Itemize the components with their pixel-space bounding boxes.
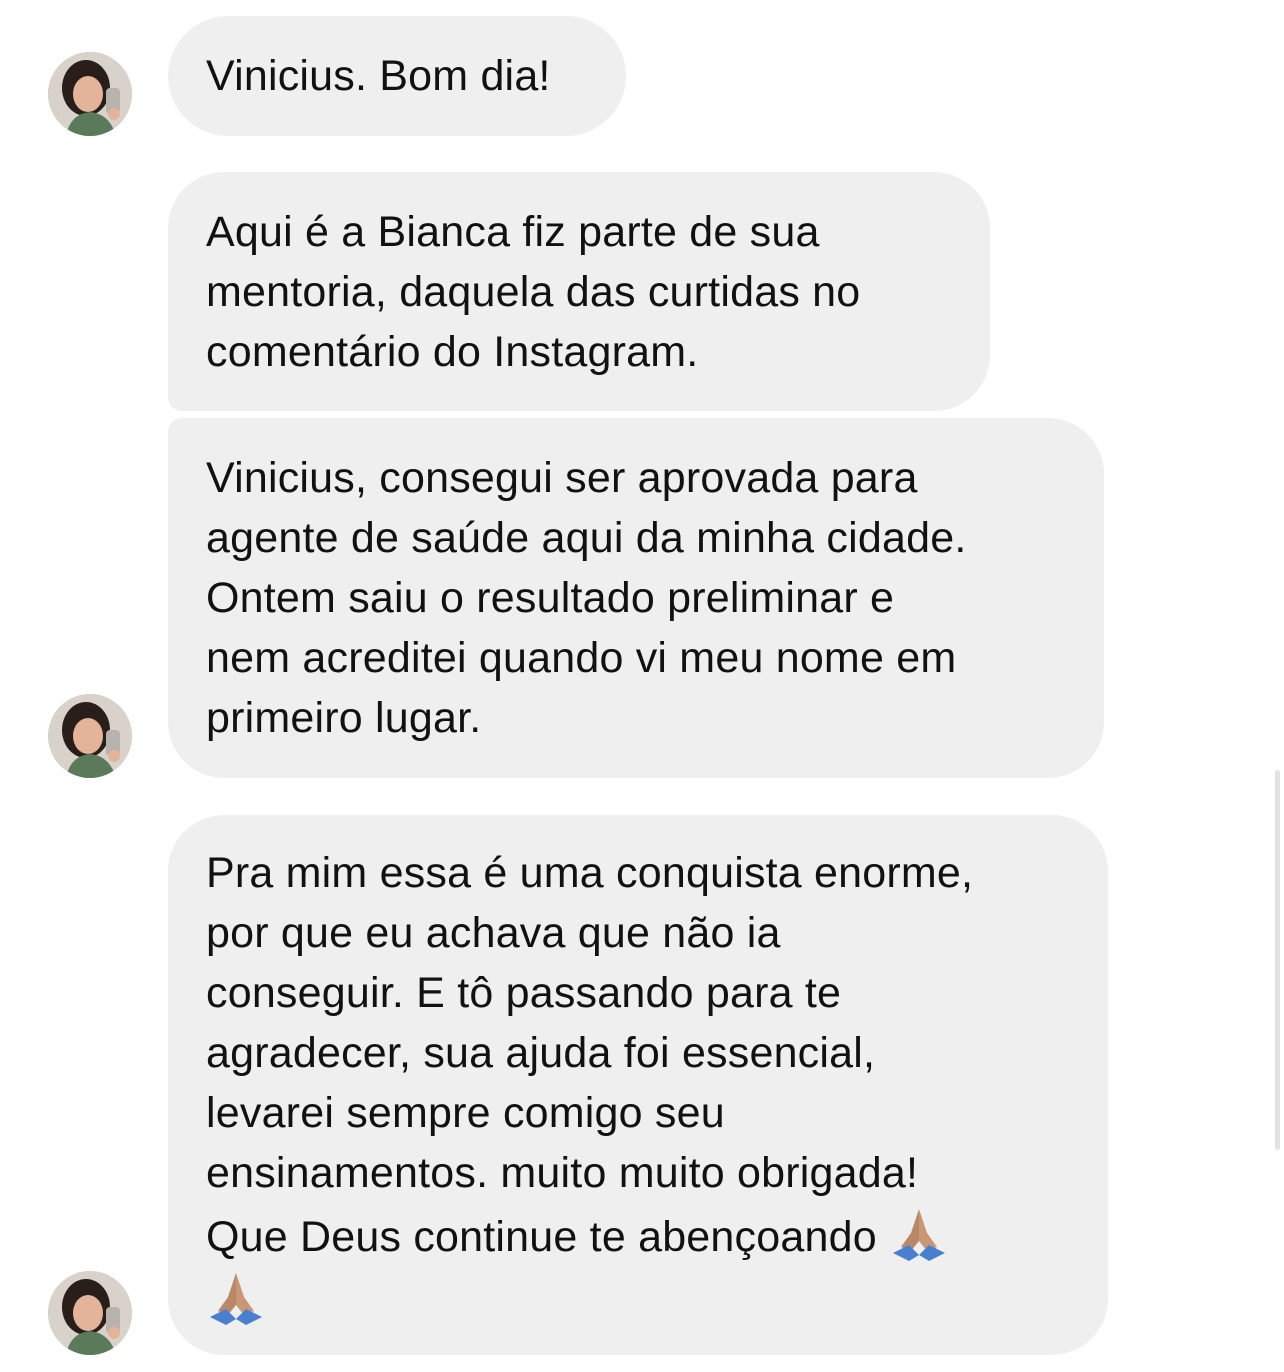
message-text: ensinamentos. muito muito obrigada! [206, 1149, 919, 1197]
folded-hands-icon [889, 1203, 949, 1263]
message-text: Aqui é a Bianca fiz parte de sua [206, 208, 820, 256]
message-bubble[interactable]: Vinicius, consegui ser aprovada para age… [168, 418, 1104, 778]
contact-avatar[interactable] [48, 52, 132, 136]
message-text: Vinicius. Bom dia! [206, 52, 551, 100]
message-text: mentoria, daquela das curtidas no [206, 268, 861, 316]
message-text: por que eu achava que não ia [206, 909, 781, 957]
avatar-photo-icon [48, 52, 132, 136]
contact-avatar[interactable] [48, 1271, 132, 1355]
avatar-photo-icon [48, 1271, 132, 1355]
message-text: nem acreditei quando vi meu nome em [206, 634, 957, 682]
message-text: conseguir. E tô passando para te [206, 969, 842, 1017]
message-text: agradecer, sua ajuda foi essencial, [206, 1029, 876, 1077]
message-text: agente de saúde aqui da minha cidade. [206, 514, 967, 562]
message-text: comentário do Instagram. [206, 328, 699, 376]
folded-hands-icon [206, 1267, 266, 1327]
scrollbar[interactable] [1275, 770, 1280, 1150]
message-text: primeiro lugar. [206, 694, 482, 742]
message-text-with-emoji: Que Deus continue te abençoando [206, 1203, 1108, 1267]
message-bubble[interactable]: Vinicius. Bom dia! [168, 16, 626, 136]
chat-thread: Vinicius. Bom dia! Aqui é a Bianca fiz p… [0, 0, 1284, 1372]
message-text: Vinicius, consegui ser aprovada para [206, 454, 918, 502]
message-text: Pra mim essa é uma conquista enorme, [206, 849, 974, 897]
message-text: levarei sempre comigo seu [206, 1089, 725, 1137]
message-text: Ontem saiu o resultado preliminar e [206, 574, 895, 622]
contact-avatar[interactable] [48, 694, 132, 778]
message-emoji-line [206, 1267, 1108, 1331]
avatar-photo-icon [48, 694, 132, 778]
message-bubble[interactable]: Pra mim essa é uma conquista enorme, por… [168, 815, 1108, 1355]
message-bubble[interactable]: Aqui é a Bianca fiz parte de sua mentori… [168, 172, 990, 411]
message-text: Que Deus continue te abençoando [206, 1213, 877, 1261]
